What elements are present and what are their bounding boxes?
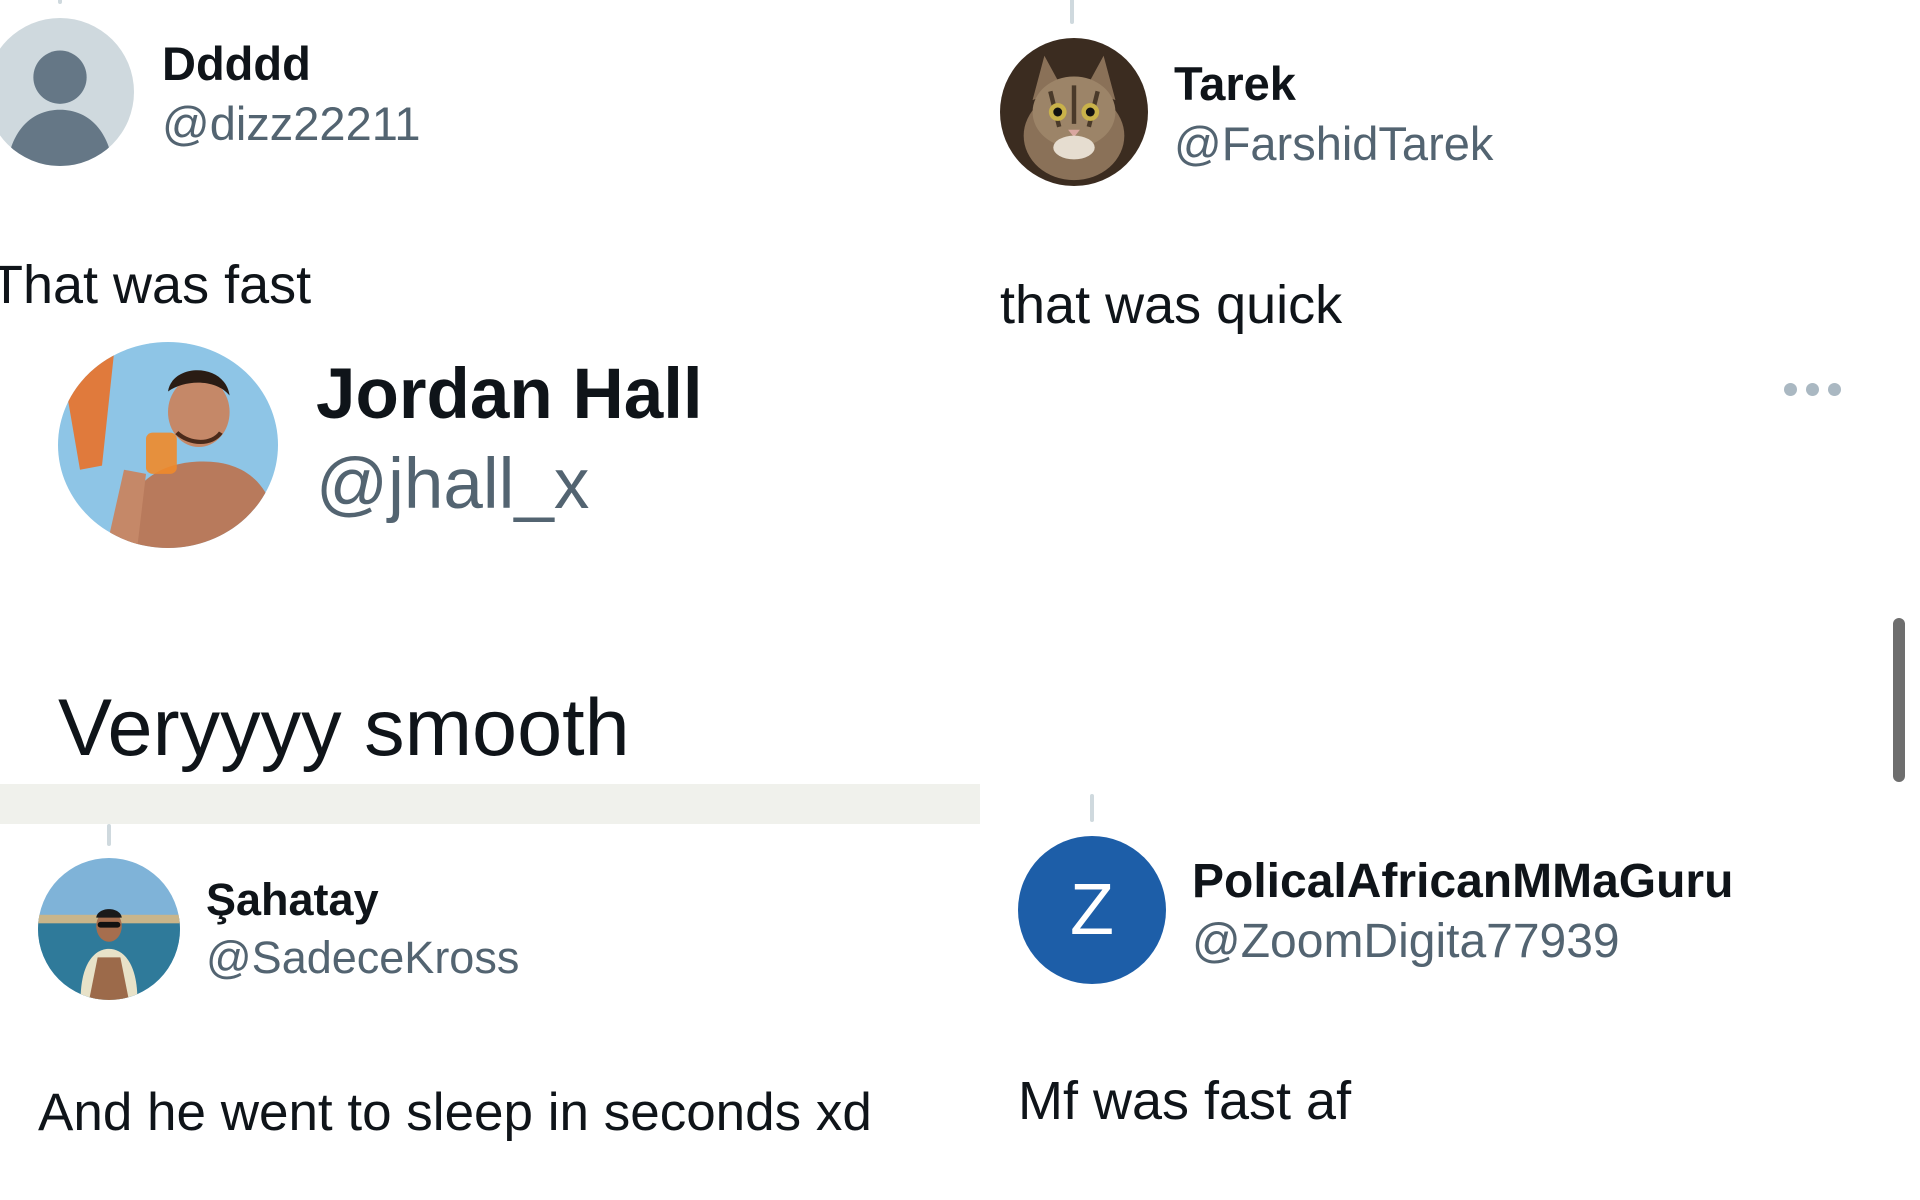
- thread-connector-line: [58, 0, 62, 4]
- collage-divider: [0, 784, 980, 824]
- user-handle[interactable]: @ZoomDigita77939: [1192, 914, 1620, 969]
- tweet-card-ddddd[interactable]: Ddddd @dizz22211 That was fast: [0, 0, 980, 340]
- default-avatar-icon[interactable]: [0, 18, 134, 166]
- display-name[interactable]: Tarek: [1174, 56, 1296, 111]
- avatar-letter: Z: [1070, 870, 1114, 950]
- thread-connector-line: [107, 824, 111, 846]
- user-handle[interactable]: @SadeceKross: [206, 932, 519, 984]
- display-name[interactable]: PolicalAfricanMMaGuru: [1192, 854, 1733, 909]
- display-name[interactable]: Ddddd: [162, 36, 311, 91]
- dot: [1784, 383, 1797, 396]
- user-handle[interactable]: @jhall_x: [316, 444, 589, 525]
- man-with-drink-avatar-icon[interactable]: [58, 342, 278, 548]
- display-name[interactable]: Şahatay: [206, 874, 379, 926]
- tweet-card-sahatay[interactable]: Şahatay @SadeceKross And he went to slee…: [0, 824, 980, 1200]
- thread-connector-line: [1070, 0, 1074, 24]
- kitten-avatar-icon[interactable]: [1000, 38, 1148, 186]
- tweet-card-jordan-hall[interactable]: Jordan Hall @jhall_x Veryyyy smooth: [0, 340, 1920, 784]
- user-handle[interactable]: @dizz22211: [162, 96, 421, 151]
- dot: [1806, 383, 1819, 396]
- tweet-text: that was quick: [1000, 275, 1343, 335]
- scrollbar-thumb[interactable]: [1893, 618, 1905, 782]
- tweet-text: And he went to sleep in seconds xd: [38, 1083, 872, 1142]
- tweet-card-tarek[interactable]: Tarek @FarshidTarek that was quick: [990, 0, 1920, 340]
- user-handle[interactable]: @FarshidTarek: [1174, 116, 1493, 171]
- tweet-text: Veryyyy smooth: [58, 683, 630, 773]
- thread-connector-line: [1090, 794, 1094, 822]
- tweet-text: Mf was fast af: [1018, 1071, 1352, 1131]
- man-by-water-avatar-icon[interactable]: [38, 858, 180, 1000]
- tweet-text: That was fast: [0, 255, 312, 315]
- display-name[interactable]: Jordan Hall: [316, 354, 703, 435]
- more-horizontal-icon[interactable]: [1784, 383, 1841, 396]
- letter-z-avatar-icon[interactable]: Z: [1018, 836, 1166, 984]
- tweet-card-policalafricanmmaguru[interactable]: Z PolicalAfricanMMaGuru @ZoomDigita77939…: [980, 794, 1920, 1200]
- dot: [1828, 383, 1841, 396]
